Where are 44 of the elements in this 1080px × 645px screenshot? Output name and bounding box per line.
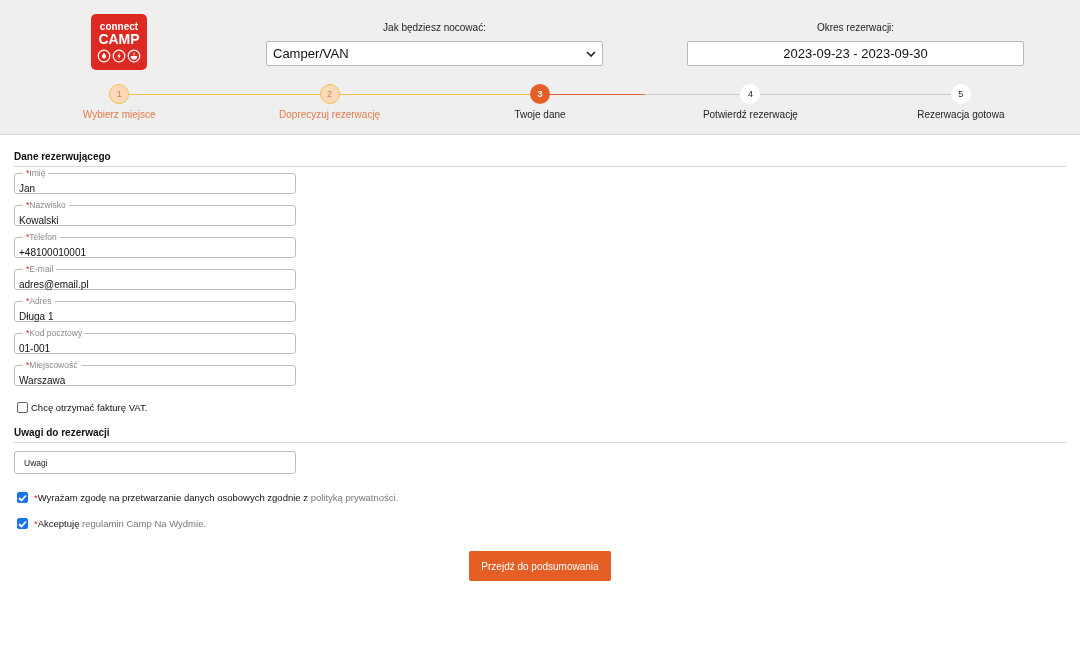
field-label: *Nazwisko bbox=[25, 201, 67, 209]
checkbox[interactable] bbox=[17, 518, 28, 529]
field-label: *Telefon bbox=[25, 233, 58, 241]
consent-text: *Wyrażam zgodę na przetwarzanie danych osobowych zgodnie z polityką prywatności. bbox=[34, 492, 399, 503]
text-input-field[interactable]: *Adres Długa 1 bbox=[14, 297, 296, 322]
step-number-circle: 2 bbox=[319, 84, 340, 104]
field-label: Jak będziesz nocować: bbox=[383, 22, 486, 33]
text-input-field[interactable]: *Nazwisko Kowalski bbox=[14, 201, 296, 226]
text-input-field[interactable]: *Miejscowość Warszawa bbox=[14, 361, 296, 386]
field-label: *Kod pocztowy bbox=[25, 329, 84, 337]
step-number-circle: 4 bbox=[740, 84, 761, 104]
section-title: Dane rezerwującego bbox=[14, 151, 1066, 167]
section-title: Uwagi do rezerwacji bbox=[14, 427, 1066, 443]
step-number-circle: 1 bbox=[109, 84, 130, 104]
step-label: Doprecyzuj rezerwację bbox=[279, 109, 381, 120]
text-input-field[interactable]: *Telefon +48100010001 bbox=[14, 233, 296, 258]
text-input-field[interactable]: *E-mail adres@email.pl bbox=[14, 265, 296, 290]
field-label: *Adres bbox=[25, 297, 53, 305]
amenity-icons-drawing bbox=[97, 49, 141, 63]
checkbox-label: Chcę otrzymać fakturę VAT. bbox=[31, 402, 148, 413]
step-number-circle: 5 bbox=[950, 84, 971, 104]
stay-type-dropdown[interactable]: Camper/VAN bbox=[266, 41, 603, 66]
text-input-field[interactable]: *Imię Jan bbox=[14, 169, 296, 194]
logo-text: connect bbox=[99, 22, 139, 32]
step-label: Twoje dane bbox=[514, 109, 566, 120]
consent-link[interactable]: regulamin Camp Na Wydmie. bbox=[82, 518, 207, 529]
consent-text: *Akceptuję regulamin Camp Na Wydmie. bbox=[34, 518, 207, 529]
date-range-field[interactable]: 2023-09-23 - 2023-09-30 bbox=[687, 41, 1024, 66]
step-number-circle: 3 bbox=[530, 84, 550, 104]
consent-link[interactable]: polityką prywatności. bbox=[310, 492, 399, 503]
field-label: Okres rezerwacji: bbox=[816, 22, 895, 33]
text-input-field[interactable]: *Kod pocztowy 01-001 bbox=[14, 329, 296, 354]
summary-button[interactable]: Przejdź do podsumowania bbox=[469, 551, 611, 581]
checkbox[interactable] bbox=[17, 402, 28, 413]
step-label: Rezerwacja gotowa bbox=[917, 109, 1005, 120]
notes-input-field[interactable]: Uwagi bbox=[14, 451, 296, 474]
field-label: *Imię bbox=[25, 169, 47, 177]
field-label: *Miejscowość bbox=[25, 361, 79, 369]
step-label: Wybierz miejsce bbox=[82, 109, 156, 120]
chevron-down-icon bbox=[586, 50, 596, 57]
field-label: *E-mail bbox=[25, 265, 55, 273]
logo-text: CAMP bbox=[98, 32, 140, 47]
checkbox[interactable] bbox=[17, 492, 28, 503]
step-label: Potwierdź rezerwację bbox=[702, 109, 798, 120]
